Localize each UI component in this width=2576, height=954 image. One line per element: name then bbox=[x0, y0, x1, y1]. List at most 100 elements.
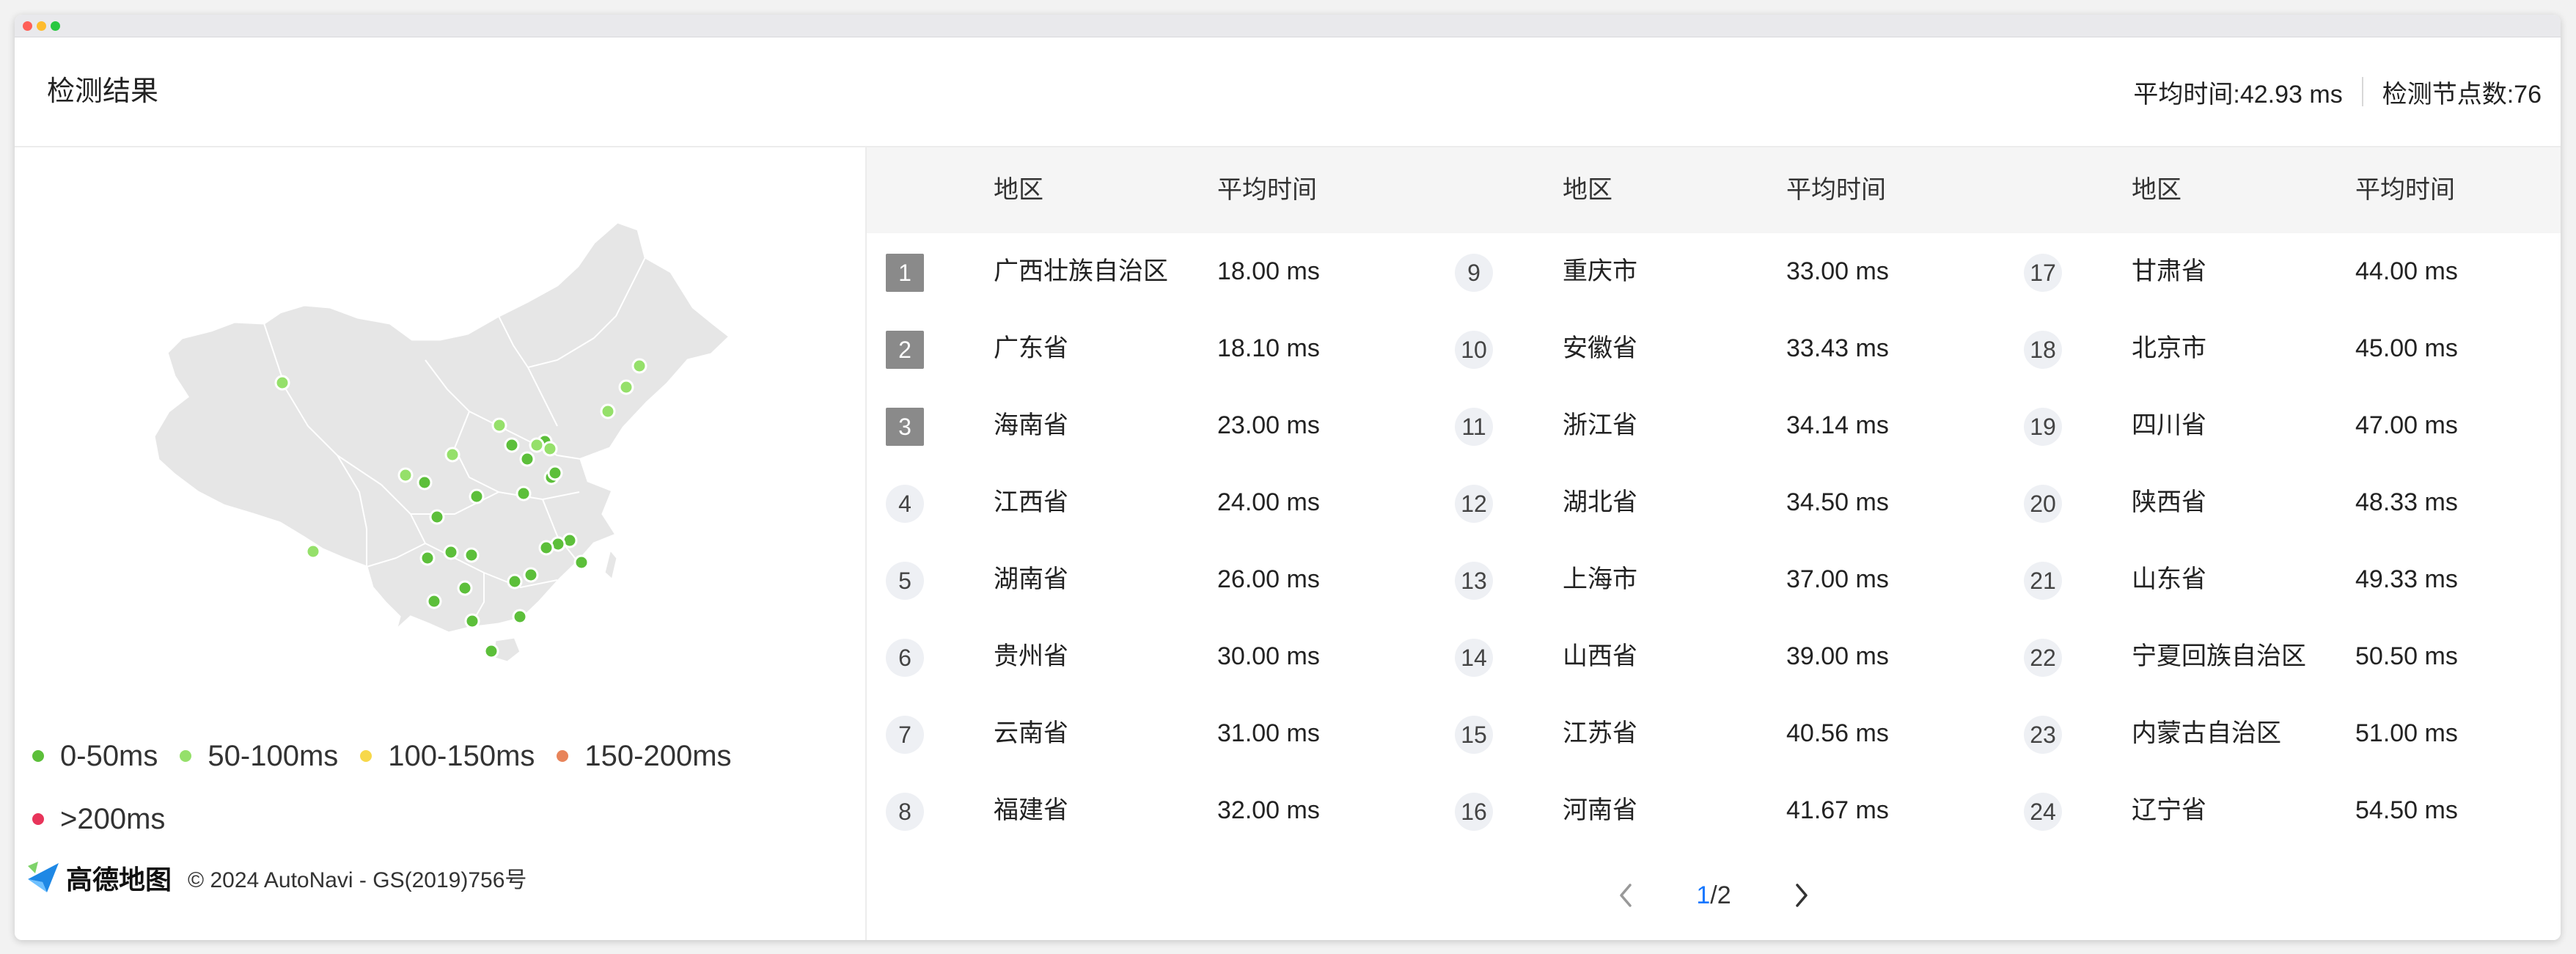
probe-node-dot bbox=[274, 375, 290, 391]
table-row: 8 福建省 32.00 ms 16 河南省 41.67 ms 24 辽宁省 54.50 ms bbox=[867, 772, 2561, 849]
table-header: 地区 平均时间 地区 平均时间 地区 平均时间 bbox=[867, 147, 2561, 233]
average-time-value: 48.33 ms bbox=[2355, 488, 2458, 516]
probe-node-dot bbox=[512, 609, 528, 625]
minimize-window-button[interactable] bbox=[37, 21, 46, 31]
average-time-value: 40.56 ms bbox=[1786, 719, 1889, 747]
average-time-value: 51.00 ms bbox=[2355, 719, 2458, 747]
china-map-shape bbox=[153, 221, 732, 634]
average-time-value: 26.00 ms bbox=[1217, 565, 1320, 593]
average-time-value: 18.10 ms bbox=[1217, 334, 1320, 362]
legend-label: >200ms bbox=[60, 802, 166, 835]
table-row: 5 湖南省 26.00 ms 13 上海市 37.00 ms 21 山东省 49.33 ms bbox=[867, 541, 2561, 618]
region-name: 重庆市 bbox=[1563, 257, 1637, 285]
average-time-value: 44.00 ms bbox=[2355, 257, 2458, 285]
rank-badge: 14 bbox=[1455, 639, 1493, 677]
map-panel: 0-50ms 50-100ms 100-150ms 150-200ms >200… bbox=[15, 147, 867, 940]
legend-dot-icon bbox=[32, 813, 44, 825]
average-time-value: 34.50 ms bbox=[1786, 488, 1889, 516]
rank-badge: 19 bbox=[2024, 408, 2062, 446]
region-name: 四川省 bbox=[2132, 411, 2206, 439]
rank-badge: 18 bbox=[2024, 331, 2062, 369]
maximize-window-button[interactable] bbox=[51, 21, 60, 31]
probe-node-dot bbox=[443, 544, 459, 560]
legend-item-150-200ms[interactable]: 150-200ms bbox=[554, 739, 732, 773]
legend-item-over-200ms[interactable]: >200ms bbox=[29, 803, 165, 836]
legend-item-0-50ms[interactable]: 0-50ms bbox=[29, 740, 158, 773]
rank-badge: 9 bbox=[1455, 254, 1493, 292]
summary-stats: 平均时间:42.93 ms 检测节点数:76 bbox=[2133, 37, 2542, 146]
region-name: 江苏省 bbox=[1563, 719, 1637, 747]
rank-badge: 17 bbox=[2024, 254, 2062, 292]
table-row: 4 江西省 24.00 ms 12 湖北省 34.50 ms 20 陕西省 48.33 ms bbox=[867, 464, 2561, 541]
probe-node-dot bbox=[429, 509, 445, 525]
page-title: 检测结果 bbox=[47, 76, 159, 107]
rank-badge: 5 bbox=[886, 562, 924, 600]
current-page: 1 bbox=[1696, 881, 1711, 909]
probe-node-dot bbox=[600, 403, 616, 419]
next-page-button[interactable] bbox=[1780, 873, 1824, 917]
probe-node-dot bbox=[507, 573, 523, 590]
legend-dot-icon bbox=[180, 750, 192, 762]
app-window: 检测结果 平均时间:42.93 ms 检测节点数:76 0-50ms 50-10… bbox=[15, 15, 2561, 940]
rank-badge: 1 bbox=[886, 254, 924, 292]
region-name: 湖北省 bbox=[1563, 488, 1637, 516]
table-row: 7 云南省 31.00 ms 15 江苏省 40.56 ms 23 内蒙古自治区 51.00 m… bbox=[867, 695, 2561, 772]
probe-node-dot bbox=[463, 547, 480, 563]
china-latency-map[interactable] bbox=[15, 147, 865, 705]
region-name: 安徽省 bbox=[1563, 334, 1637, 362]
probe-node-dot bbox=[464, 613, 480, 629]
region-name: 上海市 bbox=[1563, 565, 1637, 593]
rank-badge: 16 bbox=[1455, 793, 1493, 831]
rank-badge: 15 bbox=[1455, 716, 1493, 754]
probe-node-dot bbox=[515, 485, 532, 502]
rank-badge: 4 bbox=[886, 485, 924, 523]
average-time-value: 50.50 ms bbox=[2355, 642, 2458, 670]
rank-badge: 11 bbox=[1455, 408, 1493, 446]
average-time-value: 31.00 ms bbox=[1217, 719, 1320, 747]
average-time-value: 34.14 ms bbox=[1786, 411, 1889, 439]
legend-item-50-100ms[interactable]: 50-100ms bbox=[177, 740, 338, 773]
column-header-region: 地区 bbox=[994, 176, 1043, 204]
latency-legend: 0-50ms 50-100ms 100-150ms 150-200ms >200… bbox=[29, 734, 851, 860]
pagination: 1/2 bbox=[867, 873, 2561, 917]
rank-badge: 13 bbox=[1455, 562, 1493, 600]
total-pages: /2 bbox=[1710, 881, 1731, 909]
amap-logo-icon bbox=[28, 862, 59, 892]
region-name: 山西省 bbox=[1563, 642, 1637, 670]
rank-badge: 21 bbox=[2024, 562, 2062, 600]
average-time-value: 49.33 ms bbox=[2355, 565, 2458, 593]
copyright-text: © 2024 AutoNavi - GS(2019)756号 bbox=[188, 868, 527, 892]
result-header: 检测结果 平均时间:42.93 ms 检测节点数:76 bbox=[15, 37, 2561, 147]
amap-brand-name: 高德地图 bbox=[66, 865, 172, 895]
probe-node-dot bbox=[491, 417, 507, 433]
probe-node-dot bbox=[469, 488, 485, 504]
legend-item-100-150ms[interactable]: 100-150ms bbox=[357, 740, 535, 773]
average-time-value: 23.00 ms bbox=[1217, 411, 1320, 439]
close-window-button[interactable] bbox=[23, 21, 32, 31]
probe-node-dot bbox=[519, 451, 535, 467]
rank-badge: 7 bbox=[886, 716, 924, 754]
region-name: 广东省 bbox=[994, 334, 1068, 362]
amap-logo[interactable]: 高德地图 bbox=[25, 859, 172, 897]
probe-node-dot bbox=[504, 437, 520, 453]
table-row: 3 海南省 23.00 ms 11 浙江省 34.14 ms 19 四川省 47.00 ms bbox=[867, 387, 2561, 464]
region-name: 甘肃省 bbox=[2132, 257, 2206, 285]
region-name: 河南省 bbox=[1563, 796, 1637, 824]
table-row: 2 广东省 18.10 ms 10 安徽省 33.43 ms 18 北京市 45.00 ms bbox=[867, 310, 2561, 387]
average-time-value: 41.67 ms bbox=[1786, 796, 1889, 824]
page-indicator: 1/2 bbox=[1696, 881, 1731, 910]
rank-badge: 10 bbox=[1455, 331, 1493, 369]
legend-dot-icon bbox=[360, 750, 373, 762]
legend-dot-icon bbox=[557, 750, 569, 762]
column-header-region: 地区 bbox=[2132, 176, 2181, 204]
prev-page-button[interactable] bbox=[1604, 873, 1648, 917]
probe-node-dot bbox=[529, 437, 545, 453]
average-time-stat: 平均时间:42.93 ms bbox=[2133, 80, 2343, 109]
rank-badge: 24 bbox=[2024, 793, 2062, 831]
legend-label: 150-200ms bbox=[584, 739, 732, 772]
table-row: 6 贵州省 30.00 ms 14 山西省 39.00 ms 22 宁夏回族自治区 50.50 … bbox=[867, 618, 2561, 695]
legend-label: 0-50ms bbox=[60, 739, 158, 772]
probe-node-dot bbox=[426, 593, 442, 609]
region-name: 广西壮族自治区 bbox=[994, 257, 1168, 285]
average-time-value: 47.00 ms bbox=[2355, 411, 2458, 439]
